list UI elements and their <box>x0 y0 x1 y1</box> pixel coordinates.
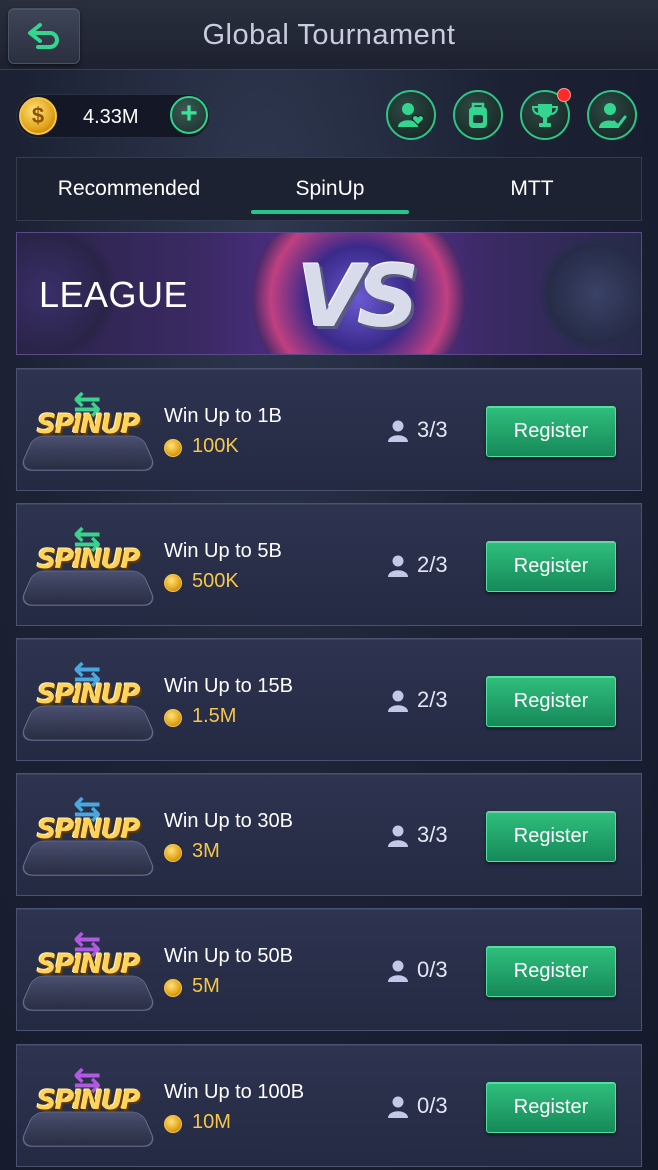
coin-icon: $ <box>19 97 57 135</box>
logo-plate <box>18 975 158 1011</box>
buy-in-amount: 10M <box>192 1111 231 1133</box>
backpack-button[interactable] <box>453 90 503 140</box>
buy-in-amount: 100K <box>192 435 239 457</box>
back-button[interactable] <box>8 8 80 64</box>
spinup-logo-text: SPINUP <box>37 544 141 575</box>
friends-icon <box>398 103 424 127</box>
tournament-card[interactable]: ⇆ SPINUP Win Up to 30B 3M 3/3 Register <box>16 773 642 896</box>
spinup-logo: ⇆ SPINUP <box>18 792 158 882</box>
player-count: 2/3 <box>417 552 448 577</box>
player-icon <box>388 555 408 577</box>
tab-spinup[interactable]: SpinUp <box>251 158 409 220</box>
spinup-logo: ⇆ SPINUP <box>18 1063 158 1153</box>
coin-icon <box>164 574 182 592</box>
buy-in-amount: 1.5M <box>192 705 237 727</box>
logo-plate <box>18 1111 158 1147</box>
league-banner[interactable]: VS LEAGUE <box>16 232 642 355</box>
add-coins-button[interactable]: + <box>170 96 208 134</box>
friends-button[interactable] <box>386 90 436 140</box>
coin-icon <box>164 1115 182 1133</box>
tournament-card[interactable]: ⇆ SPINUP Win Up to 15B 1.5M 2/3 Register <box>16 638 642 761</box>
profile-button[interactable] <box>587 90 637 140</box>
prize-title: Win Up to 50B <box>164 945 293 967</box>
tournament-card[interactable]: ⇆ SPINUP Win Up to 1B 100K 3/3 Register <box>16 368 642 491</box>
prize-title: Win Up to 30B <box>164 810 293 832</box>
backpack-icon <box>469 102 487 128</box>
register-button[interactable]: Register <box>486 811 616 862</box>
prize-title: Win Up to 100B <box>164 1081 305 1103</box>
tournament-card[interactable]: ⇆ SPINUP Win Up to 100B 10M 0/3 Register <box>16 1044 642 1167</box>
logo-plate <box>18 435 158 471</box>
league-label: LEAGUE <box>39 274 189 315</box>
player-icon <box>388 1096 408 1118</box>
player-count: 0/3 <box>417 1093 448 1118</box>
page-title: Global Tournament <box>202 19 456 51</box>
buy-in-amount: 5M <box>192 975 220 997</box>
player-count: 0/3 <box>417 957 448 982</box>
spinup-logo: ⇆ SPINUP <box>18 387 158 477</box>
prize-title: Win Up to 1B <box>164 405 282 427</box>
vs-logo: VS <box>297 247 419 347</box>
player-icon <box>388 960 408 982</box>
register-button[interactable]: Register <box>486 946 616 997</box>
tab-mtt[interactable]: MTT <box>457 158 607 220</box>
player-icon <box>388 690 408 712</box>
logo-plate <box>18 705 158 741</box>
player-count: 3/3 <box>417 417 448 442</box>
player-icon <box>388 825 408 847</box>
prize-title: Win Up to 15B <box>164 675 293 697</box>
buy-in-amount: 3M <box>192 840 220 862</box>
spinup-logo-text: SPINUP <box>37 679 141 710</box>
profile-check-icon <box>599 103 627 129</box>
tournament-card[interactable]: ⇆ SPINUP Win Up to 50B 5M 0/3 Register <box>16 908 642 1031</box>
coin-icon <box>164 709 182 727</box>
tournament-card[interactable]: ⇆ SPINUP Win Up to 5B 500K 2/3 Register <box>16 503 642 626</box>
tab-bar: Recommended SpinUp MTT <box>16 157 642 221</box>
spinup-logo: ⇆ SPINUP <box>18 522 158 612</box>
coin-icon <box>164 439 182 457</box>
tab-recommended[interactable]: Recommended <box>29 158 229 220</box>
coin-icon <box>164 844 182 862</box>
spinup-logo: ⇆ SPINUP <box>18 657 158 747</box>
register-button[interactable]: Register <box>486 541 616 592</box>
spinup-logo-text: SPINUP <box>37 814 141 845</box>
poker-chip-graphic <box>537 239 641 349</box>
spinup-logo: ⇆ SPINUP <box>18 927 158 1017</box>
notification-badge <box>557 88 571 102</box>
spinup-logo-text: SPINUP <box>37 409 141 440</box>
logo-plate <box>18 570 158 606</box>
spinup-logo-text: SPINUP <box>37 949 141 980</box>
trophy-icon <box>531 104 559 127</box>
back-arrow-icon <box>28 23 59 49</box>
register-button[interactable]: Register <box>486 676 616 727</box>
register-button[interactable]: Register <box>486 1082 616 1133</box>
coin-amount: 4.33M <box>83 106 139 128</box>
logo-plate <box>18 840 158 876</box>
register-button[interactable]: Register <box>486 406 616 457</box>
player-icon <box>388 420 408 442</box>
player-count: 3/3 <box>417 822 448 847</box>
buy-in-amount: 500K <box>192 570 239 592</box>
spinup-logo-text: SPINUP <box>37 1085 141 1116</box>
prize-title: Win Up to 5B <box>164 540 282 562</box>
coin-icon <box>164 979 182 997</box>
top-bar: Global Tournament <box>0 0 658 70</box>
player-count: 2/3 <box>417 687 448 712</box>
